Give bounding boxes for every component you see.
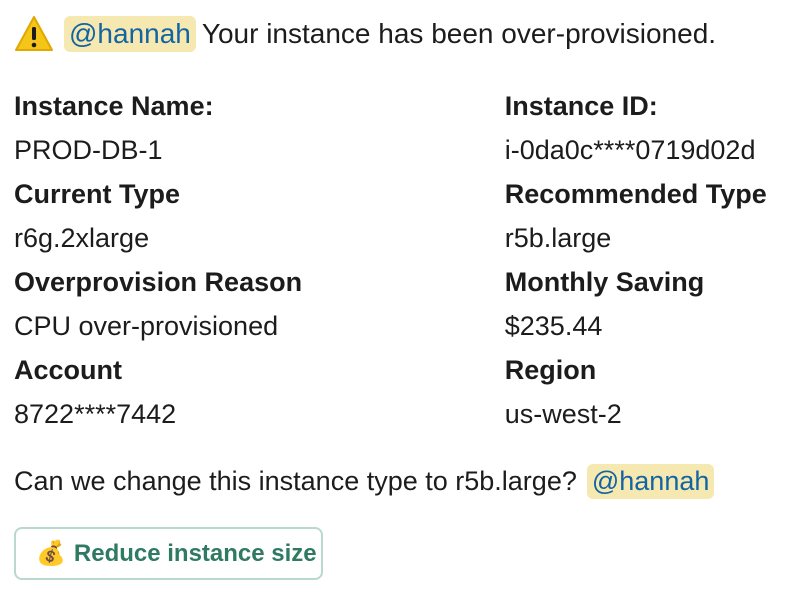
field-value: us-west-2 [504, 399, 622, 429]
alert-header: @hannah Your instance has been over-prov… [14, 11, 716, 57]
field-label: Monthly Saving [504, 267, 705, 297]
field-value: PROD-DB-1 [14, 135, 163, 165]
detail-row: Current Type r6g.2xlarge Recommended Typ… [14, 172, 804, 260]
field-label: Recommended Type [504, 179, 767, 209]
field-label: Region [504, 355, 597, 385]
field-value: r6g.2xlarge [14, 223, 150, 253]
field-label: Overprovision Reason [14, 267, 303, 297]
alert-message: Your instance has been over-provisioned. [201, 18, 717, 49]
detail-row: Overprovision Reason CPU over-provisione… [14, 260, 804, 348]
detail-row: Account 8722****7442 Region us-west-2 [14, 348, 804, 436]
question-text: Can we change this instance type to r5b.… [14, 465, 577, 496]
field-label: Account [14, 355, 122, 385]
button-label: Reduce instance size [73, 539, 317, 567]
reduce-instance-size-button[interactable]: 💰 Reduce instance size [14, 527, 323, 580]
field-value: 8722****7442 [14, 399, 177, 429]
instance-details: Instance Name: PROD-DB-1 Instance ID: i-… [14, 84, 804, 436]
field-value: $235.44 [504, 311, 603, 341]
field-label: Instance ID: [504, 91, 658, 121]
field-label: Instance Name: [14, 91, 214, 121]
warning-icon [15, 16, 53, 51]
detail-row: Instance Name: PROD-DB-1 Instance ID: i-… [14, 84, 804, 172]
question-line: Can we change this instance type to r5b.… [14, 458, 715, 504]
field-label: Current Type [14, 179, 181, 209]
field-value: i-0da0c****0719d02d [504, 135, 756, 165]
field-value: r5b.large [504, 223, 612, 253]
user-mention[interactable]: @hannah [64, 16, 196, 52]
money-bag-icon: 💰 [36, 539, 66, 567]
user-mention[interactable]: @hannah [586, 463, 715, 499]
field-value: CPU over-provisioned [14, 311, 279, 341]
